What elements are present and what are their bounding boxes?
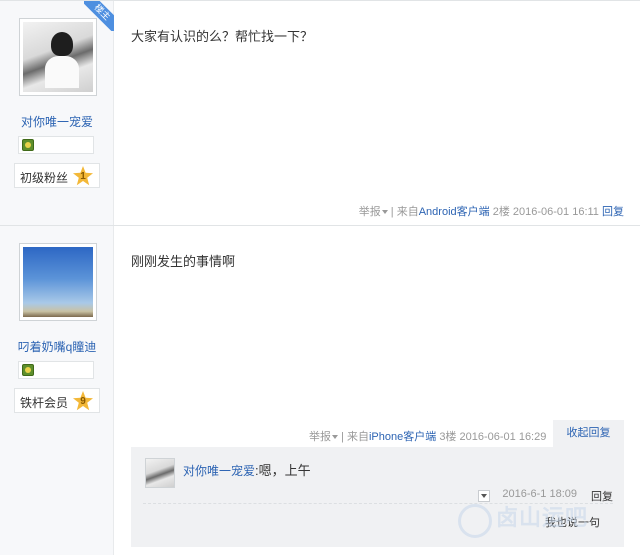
post-content: 刚刚发生的事情啊 <box>131 254 236 269</box>
post-floor-2: 楼主 对你唯一宠爱 初级粉丝 1 大家有认识的么？帮忙找一下？ 举报 | 来自A… <box>0 0 640 226</box>
report-link[interactable]: 举报 <box>309 431 338 443</box>
username-link[interactable]: 对你唯一宠爱 <box>0 113 114 130</box>
floor-number: 3楼 <box>439 431 457 443</box>
post-meta: 举报 | 来自Android客户端 2楼 2016-06-01 16:11 回复 <box>358 206 624 218</box>
level-name: 初级粉丝 <box>20 171 69 185</box>
level-badge: 铁杆会员 9 <box>14 388 100 413</box>
floor-number: 2楼 <box>492 206 510 218</box>
author-sidebar: 楼主 对你唯一宠爱 初级粉丝 1 <box>0 1 114 225</box>
post-content: 大家有认识的么？帮忙找一下？ <box>131 29 314 44</box>
owner-badge-label: 楼主 <box>84 1 114 31</box>
badge-icon-box <box>18 361 94 379</box>
watermark-text: 卤山运吧 <box>496 505 589 530</box>
owner-badge: 楼主 <box>84 1 114 31</box>
report-link[interactable]: 举报 <box>359 206 388 218</box>
avatar-image <box>23 247 93 317</box>
level-number: 9 <box>80 396 86 407</box>
sub-reply-message: :嗯，上午 <box>255 463 311 478</box>
avatar-image <box>23 22 93 92</box>
gem-icon <box>22 364 34 376</box>
sub-reply-username[interactable]: 对你唯一宠爱 <box>183 464 255 478</box>
source-link[interactable]: iPhone客户端 <box>369 431 436 443</box>
gem-icon <box>22 139 34 151</box>
star-level-icon: 1 <box>73 166 93 186</box>
avatar[interactable] <box>19 243 97 321</box>
post-time: 2016-06-01 16:11 <box>512 206 599 218</box>
dropdown-triangle-icon <box>381 210 388 215</box>
reply-link[interactable]: 回复 <box>602 206 624 218</box>
username-link[interactable]: 叼着奶嘴q瞳迪 <box>0 338 114 355</box>
sub-reply-item: 对你唯一宠爱:嗯，上午 2016-6-1 18:09 回复 <box>143 456 613 504</box>
watermark: 卤山运吧 <box>458 498 634 550</box>
watermark-logo-icon <box>458 504 492 538</box>
post-time: 2016-06-01 16:29 <box>459 431 547 443</box>
collapse-replies-button[interactable]: 收起回复 <box>553 420 624 447</box>
source-link[interactable]: Android客户端 <box>419 206 490 218</box>
post-meta: 举报 | 来自iPhone客户端 3楼 2016-06-01 16:29 <box>309 431 547 443</box>
level-name: 铁杆会员 <box>20 396 69 410</box>
star-level-icon: 9 <box>73 391 93 411</box>
sub-reply-avatar[interactable] <box>145 458 175 488</box>
badge-icon-box <box>18 136 94 154</box>
sub-reply-text: 对你唯一宠爱:嗯，上午 <box>183 460 311 479</box>
level-badge: 初级粉丝 1 <box>14 163 100 188</box>
dropdown-triangle-icon <box>332 435 338 440</box>
level-number: 1 <box>80 171 86 182</box>
